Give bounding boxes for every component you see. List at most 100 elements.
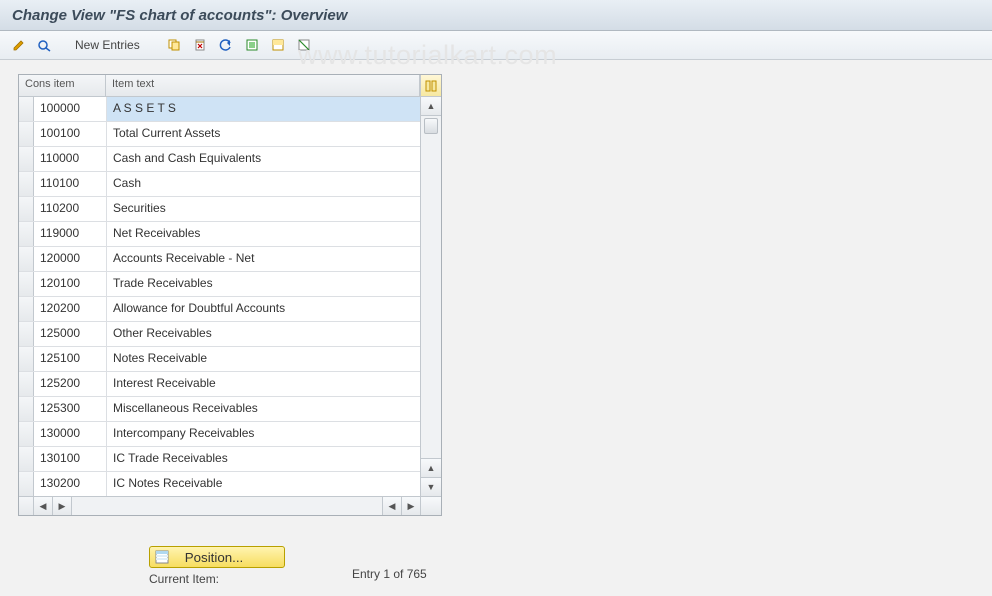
table-row[interactable]: 110200Securities: [19, 197, 420, 222]
cell-item-text[interactable]: Allowance for Doubtful Accounts: [107, 297, 420, 321]
delete-icon[interactable]: [189, 34, 211, 56]
current-item-label: Current Item:: [149, 572, 285, 586]
new-entries-button[interactable]: New Entries: [68, 34, 147, 56]
vertical-scrollbar[interactable]: ▲ ▲ ▼: [420, 97, 441, 496]
cell-item-text[interactable]: Net Receivables: [107, 222, 420, 246]
cell-cons-item[interactable]: 120000: [34, 247, 107, 271]
table-row[interactable]: 130100IC Trade Receivables: [19, 447, 420, 472]
position-button[interactable]: Position...: [149, 546, 285, 568]
row-selector[interactable]: [19, 197, 34, 221]
row-selector[interactable]: [19, 272, 34, 296]
copy-as-icon[interactable]: [163, 34, 185, 56]
cell-cons-item[interactable]: 110100: [34, 172, 107, 196]
table-row[interactable]: 125300Miscellaneous Receivables: [19, 397, 420, 422]
table-settings-icon[interactable]: [420, 75, 441, 96]
row-selector[interactable]: [19, 397, 34, 421]
table-row[interactable]: 120200Allowance for Doubtful Accounts: [19, 297, 420, 322]
scroll-right-near-icon[interactable]: ▶: [53, 497, 72, 515]
cell-item-text[interactable]: Notes Receivable: [107, 347, 420, 371]
table-row[interactable]: 119000Net Receivables: [19, 222, 420, 247]
table-row[interactable]: 130000Intercompany Receivables: [19, 422, 420, 447]
row-selector[interactable]: [19, 222, 34, 246]
scroll-thumb-vertical[interactable]: [424, 118, 438, 134]
cell-cons-item[interactable]: 125200: [34, 372, 107, 396]
scroll-up-inner-icon[interactable]: ▲: [421, 458, 441, 477]
row-selector[interactable]: [19, 322, 34, 346]
row-selector[interactable]: [19, 172, 34, 196]
cell-item-text[interactable]: A S S E T S: [107, 97, 420, 121]
cell-item-text[interactable]: Accounts Receivable - Net: [107, 247, 420, 271]
cell-cons-item[interactable]: 130000: [34, 422, 107, 446]
undo-change-icon[interactable]: [215, 34, 237, 56]
scroll-left-far-icon[interactable]: ◀: [382, 497, 401, 515]
cell-cons-item[interactable]: 100100: [34, 122, 107, 146]
select-block-icon[interactable]: [267, 34, 289, 56]
table-body: 100000A S S E T S100100Total Current Ass…: [19, 97, 420, 496]
row-selector[interactable]: [19, 347, 34, 371]
cell-item-text[interactable]: Securities: [107, 197, 420, 221]
scroll-track-vertical[interactable]: [421, 116, 441, 458]
horizontal-scrollbar[interactable]: ◀ ▶ ◀ ▶: [19, 496, 441, 515]
row-selector[interactable]: [19, 447, 34, 471]
row-selector[interactable]: [19, 122, 34, 146]
cell-cons-item[interactable]: 100000: [34, 97, 107, 121]
cell-item-text[interactable]: Intercompany Receivables: [107, 422, 420, 446]
deselect-all-icon[interactable]: [293, 34, 315, 56]
table-row[interactable]: 130200IC Notes Receivable: [19, 472, 420, 496]
row-selector[interactable]: [19, 97, 34, 121]
hscroll-corner-right: [420, 497, 441, 515]
cell-item-text[interactable]: Miscellaneous Receivables: [107, 397, 420, 421]
cell-item-text[interactable]: Interest Receivable: [107, 372, 420, 396]
cell-cons-item[interactable]: 110200: [34, 197, 107, 221]
row-selector[interactable]: [19, 147, 34, 171]
row-selector[interactable]: [19, 247, 34, 271]
cell-item-text[interactable]: Cash and Cash Equivalents: [107, 147, 420, 171]
cell-cons-item[interactable]: 130200: [34, 472, 107, 496]
footer-position-area: Position... Current Item:: [149, 546, 285, 586]
cell-item-text[interactable]: IC Notes Receivable: [107, 472, 420, 496]
table-row[interactable]: 110100Cash: [19, 172, 420, 197]
table-row[interactable]: 120100Trade Receivables: [19, 272, 420, 297]
table-row[interactable]: 125000Other Receivables: [19, 322, 420, 347]
select-all-icon[interactable]: [241, 34, 263, 56]
cell-cons-item[interactable]: 120200: [34, 297, 107, 321]
scroll-right-icon[interactable]: ▶: [401, 497, 420, 515]
column-header-item-text[interactable]: Item text: [106, 75, 420, 96]
row-selector[interactable]: [19, 297, 34, 321]
row-selector[interactable]: [19, 472, 34, 496]
content-area: Cons item Item text 100000A S S E T S100…: [0, 60, 992, 530]
titlebar: Change View "FS chart of accounts": Over…: [0, 0, 992, 31]
hscroll-corner-left: [19, 497, 34, 515]
position-icon: [155, 550, 169, 564]
cell-cons-item[interactable]: 125000: [34, 322, 107, 346]
table-header-row: Cons item Item text: [19, 75, 441, 97]
scroll-up-icon[interactable]: ▲: [421, 97, 441, 116]
table-row[interactable]: 110000Cash and Cash Equivalents: [19, 147, 420, 172]
cell-item-text[interactable]: Trade Receivables: [107, 272, 420, 296]
cell-cons-item[interactable]: 130100: [34, 447, 107, 471]
scroll-left-icon[interactable]: ◀: [34, 497, 53, 515]
table-row[interactable]: 120000Accounts Receivable - Net: [19, 247, 420, 272]
cell-item-text[interactable]: Total Current Assets: [107, 122, 420, 146]
row-selector[interactable]: [19, 372, 34, 396]
display-change-icon[interactable]: [8, 34, 30, 56]
cell-item-text[interactable]: Cash: [107, 172, 420, 196]
cell-item-text[interactable]: IC Trade Receivables: [107, 447, 420, 471]
scroll-down-icon[interactable]: ▼: [421, 477, 441, 496]
position-button-label: Position...: [185, 550, 244, 565]
column-header-cons-item[interactable]: Cons item: [19, 75, 106, 96]
other-view-icon[interactable]: [34, 34, 56, 56]
cell-cons-item[interactable]: 125300: [34, 397, 107, 421]
table-row[interactable]: 100100Total Current Assets: [19, 122, 420, 147]
table-row[interactable]: 100000A S S E T S: [19, 97, 420, 122]
scroll-track-horizontal[interactable]: [72, 497, 382, 515]
table-row[interactable]: 125100Notes Receivable: [19, 347, 420, 372]
cell-cons-item[interactable]: 125100: [34, 347, 107, 371]
page-title: Change View "FS chart of accounts": Over…: [12, 7, 347, 24]
table-row[interactable]: 125200Interest Receivable: [19, 372, 420, 397]
cell-cons-item[interactable]: 119000: [34, 222, 107, 246]
cell-cons-item[interactable]: 110000: [34, 147, 107, 171]
cell-item-text[interactable]: Other Receivables: [107, 322, 420, 346]
cell-cons-item[interactable]: 120100: [34, 272, 107, 296]
row-selector[interactable]: [19, 422, 34, 446]
